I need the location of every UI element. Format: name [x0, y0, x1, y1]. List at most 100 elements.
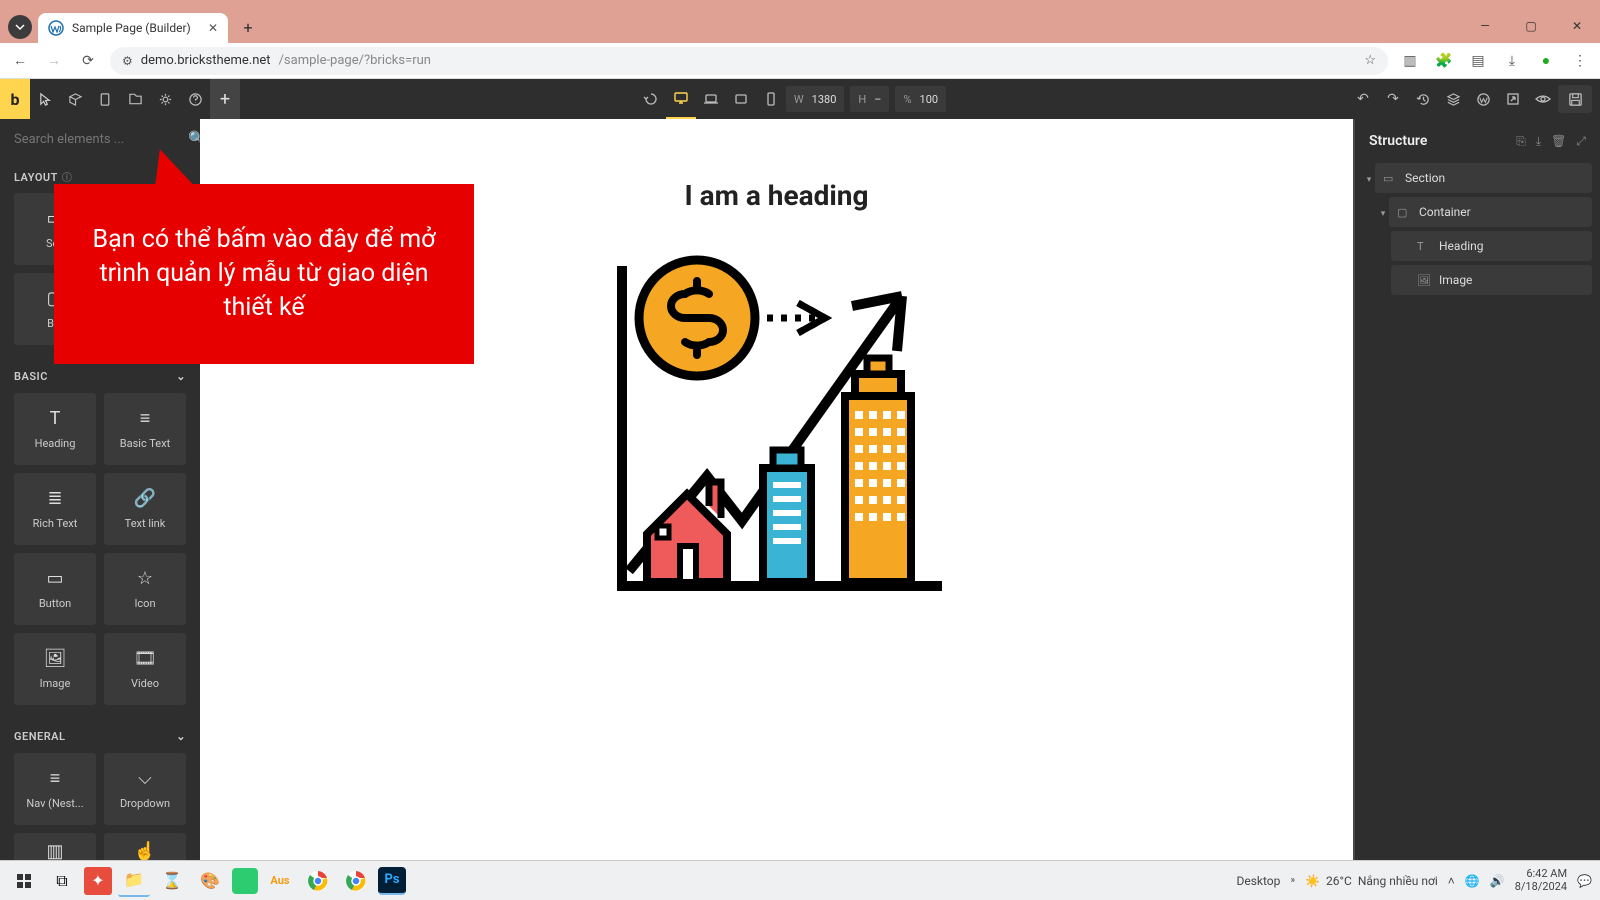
reload-button[interactable]: ⟳ — [76, 49, 100, 73]
file-explorer-icon[interactable]: 📁 — [118, 865, 150, 897]
taskbar-app-2[interactable]: ⌛ — [156, 865, 188, 897]
tab-search-button[interactable] — [8, 15, 32, 39]
chrome-menu-icon[interactable]: ⋮ — [1568, 49, 1592, 73]
tree-container[interactable]: ▢Container — [1389, 197, 1592, 227]
taskbar-desktop-label[interactable]: Desktop — [1236, 874, 1280, 888]
canvas-width[interactable]: W1380 — [786, 86, 845, 112]
tab-title: Sample Page (Builder) — [72, 21, 200, 35]
taskbar-app-5[interactable]: Aus — [264, 865, 296, 897]
wordpress-admin-icon[interactable] — [1468, 79, 1498, 119]
preview-icon[interactable] — [1528, 79, 1558, 119]
element-image[interactable]: 🖼Image — [14, 633, 96, 705]
task-view-icon[interactable]: ⧉ — [46, 865, 78, 897]
breakpoint-desktop-icon[interactable] — [666, 79, 696, 119]
new-tab-button[interactable]: + — [234, 13, 262, 41]
builder-toolbar: b + W1380 H– %100 ↶ ↷ — [0, 79, 1600, 119]
element-rich-text[interactable]: ≣Rich Text — [14, 473, 96, 545]
chrome-icon[interactable] — [302, 865, 334, 897]
window-minimize-button[interactable]: — — [1462, 10, 1508, 42]
category-general[interactable]: GENERAL⌄ — [0, 719, 200, 753]
section-icon: ▭ — [1383, 172, 1397, 185]
bricks-logo[interactable]: b — [0, 79, 30, 119]
element-text-link[interactable]: 🔗Text link — [104, 473, 186, 545]
canvas-scale[interactable]: %100 — [895, 86, 946, 112]
windows-taskbar: ⧉ ✦ 📁 ⌛ 🎨 Aus Ps Desktop » ☀️ 26°C Nắng … — [0, 860, 1600, 900]
settings-icon[interactable] — [150, 79, 180, 119]
breakpoint-mobile-icon[interactable] — [756, 79, 786, 119]
expand-structure-icon[interactable]: ⤢ — [1576, 134, 1586, 149]
layers-icon[interactable] — [1438, 79, 1468, 119]
structure-panel: Structure ⎘ ⤓ 🗑 ⤢ ▾ ▭Section ▾ ▢Containe… — [1355, 119, 1600, 900]
browser-tabstrip: Sample Page (Builder) ✕ + — ▢ ✕ — [0, 10, 1600, 43]
revisions-icon[interactable] — [636, 79, 666, 119]
notifications-icon[interactable]: 💬 — [1577, 874, 1592, 888]
network-icon[interactable]: 🌐 — [1465, 874, 1480, 888]
browser-urlbar: ← → ⟳ ⚙ demo.brickstheme.net/sample-page… — [0, 43, 1600, 79]
search-elements-input[interactable] — [14, 132, 180, 147]
forward-button[interactable]: → — [42, 49, 66, 73]
structure-title: Structure — [1369, 133, 1427, 149]
tree-image[interactable]: ▾🖼Image — [1391, 265, 1592, 295]
download-structure-icon[interactable]: ⤓ — [1536, 134, 1541, 149]
tree-heading[interactable]: ▾THeading — [1391, 231, 1592, 261]
photoshop-icon[interactable]: Ps — [378, 867, 406, 895]
tab-close-icon[interactable]: ✕ — [208, 21, 218, 35]
overflow-icon[interactable]: » — [1290, 875, 1295, 886]
image-icon: 🖼 — [1417, 274, 1431, 287]
canvas-height[interactable]: H– — [850, 86, 889, 112]
reading-list-icon[interactable]: ▤ — [1466, 49, 1490, 73]
profile-icon[interactable]: ● — [1534, 49, 1558, 73]
category-basic[interactable]: BASIC⌄ — [0, 359, 200, 393]
container-icon: ▢ — [1397, 206, 1411, 219]
address-bar[interactable]: ⚙ demo.brickstheme.net/sample-page/?bric… — [110, 47, 1388, 75]
view-frontend-icon[interactable] — [1498, 79, 1528, 119]
chrome-beta-icon[interactable] — [340, 865, 372, 897]
copy-structure-icon[interactable]: ⎘ — [1516, 134, 1526, 149]
translate-icon[interactable]: ▥ — [1398, 49, 1422, 73]
cursor-tool-icon[interactable] — [30, 79, 60, 119]
breakpoint-tablet-icon[interactable] — [726, 79, 756, 119]
element-button[interactable]: ▭Button — [14, 553, 96, 625]
element-nav-nestable[interactable]: ≡Nav (Nest... — [14, 753, 96, 825]
window-close-button[interactable]: ✕ — [1554, 10, 1600, 42]
start-button[interactable] — [8, 865, 40, 897]
taskbar-app-1[interactable]: ✦ — [84, 867, 112, 895]
weather-widget[interactable]: ☀️ 26°C Nắng nhiều nơi — [1305, 874, 1438, 888]
downloads-icon[interactable]: ⤓ — [1500, 49, 1524, 73]
element-heading[interactable]: THeading — [14, 393, 96, 465]
breakpoint-laptop-icon[interactable] — [696, 79, 726, 119]
search-icon[interactable]: 🔍 — [188, 131, 200, 147]
tree-section[interactable]: ▭Section — [1375, 163, 1592, 193]
help-icon[interactable] — [180, 79, 210, 119]
element-video[interactable]: 🎞Video — [104, 633, 186, 705]
tray-chevron-icon[interactable]: ˄ — [1448, 874, 1455, 888]
chevron-down-icon: ⌄ — [176, 370, 186, 383]
url-host: demo.brickstheme.net — [141, 53, 271, 68]
undo-icon[interactable]: ↶ — [1348, 79, 1378, 119]
volume-icon[interactable]: 🔊 — [1490, 874, 1505, 888]
extensions-icon[interactable]: 🧩 — [1432, 49, 1456, 73]
taskbar-app-3[interactable]: 🎨 — [194, 865, 226, 897]
bookmark-icon[interactable]: ☆ — [1364, 53, 1376, 68]
pages-icon[interactable] — [90, 79, 120, 119]
class-tool-icon[interactable] — [60, 79, 90, 119]
element-dropdown[interactable]: ⌵Dropdown — [104, 753, 186, 825]
window-maximize-button[interactable]: ▢ — [1508, 10, 1554, 42]
taskbar-clock[interactable]: 6:42 AM 8/18/2024 — [1515, 868, 1567, 893]
browser-tab[interactable]: Sample Page (Builder) ✕ — [38, 13, 228, 43]
chevron-down-icon[interactable]: ▾ — [1377, 209, 1389, 219]
element-basic-text[interactable]: ≡Basic Text — [104, 393, 186, 465]
taskbar-app-4[interactable] — [232, 868, 258, 894]
annotation-callout: Bạn có thể bấm vào đây để mở trình quản … — [54, 184, 474, 364]
delete-structure-icon[interactable]: 🗑 — [1551, 134, 1566, 149]
history-icon[interactable] — [1408, 79, 1438, 119]
redo-icon[interactable]: ↷ — [1378, 79, 1408, 119]
site-info-icon[interactable]: ⚙ — [122, 54, 133, 68]
callout-text: Bạn có thể bấm vào đây để mở trình quản … — [82, 223, 446, 324]
save-button[interactable] — [1558, 85, 1592, 113]
templates-icon[interactable] — [120, 79, 150, 119]
element-icon[interactable]: ☆Icon — [104, 553, 186, 625]
back-button[interactable]: ← — [8, 49, 32, 73]
add-element-button[interactable]: + — [210, 79, 240, 119]
chevron-down-icon[interactable]: ▾ — [1363, 175, 1375, 185]
